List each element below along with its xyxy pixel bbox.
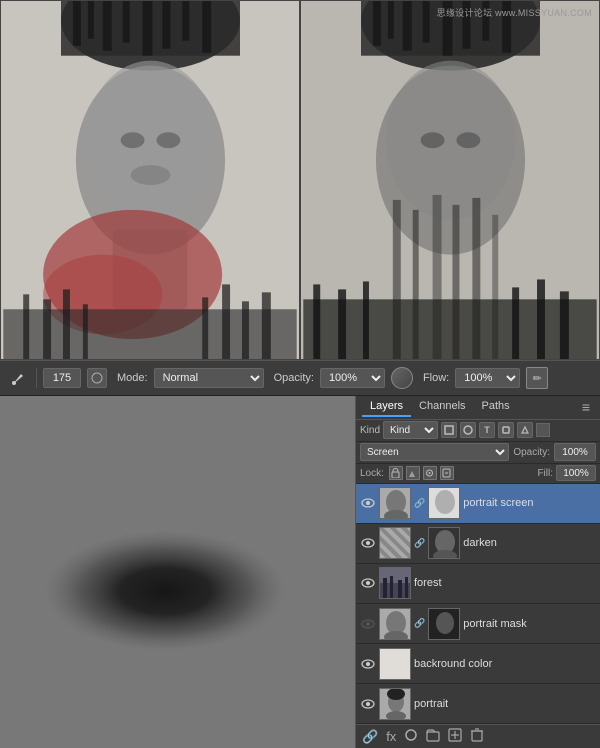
- layer-mask-thumbnail: [428, 608, 460, 640]
- layer-thumbnail: [379, 567, 411, 599]
- tab-paths[interactable]: Paths: [474, 397, 518, 417]
- fill-input[interactable]: 100%: [556, 465, 596, 481]
- tab-layers[interactable]: Layers: [362, 397, 411, 417]
- image-panel-right: [300, 0, 600, 360]
- layer-chain-icon: 🔗: [414, 538, 425, 549]
- layer-visibility-icon[interactable]: [360, 616, 376, 632]
- layer-row[interactable]: 🔗 portrait mask: [356, 604, 600, 644]
- lock-row: Lock:: [356, 464, 600, 484]
- flow-select[interactable]: 100%: [455, 368, 520, 388]
- layer-name: darken: [463, 537, 596, 549]
- layers-panel: Layers Channels Paths ≡ Kind Kind T: [355, 396, 600, 748]
- link-layers-icon[interactable]: 🔗: [362, 729, 378, 745]
- pixel-filter-icon[interactable]: [441, 422, 457, 438]
- type-filter-icon[interactable]: T: [479, 422, 495, 438]
- pen-pressure-icon[interactable]: ✏: [526, 367, 548, 389]
- brush-preview-icon[interactable]: [87, 368, 107, 388]
- brush-size-display[interactable]: 175: [43, 368, 81, 388]
- layer-row[interactable]: forest: [356, 564, 600, 604]
- kind-filter-row: Kind Kind T: [356, 420, 600, 442]
- layer-visibility-icon[interactable]: [360, 696, 376, 712]
- layer-chain-icon: 🔗: [414, 498, 425, 509]
- canvas-area[interactable]: [0, 396, 355, 748]
- layer-thumbnail: [379, 527, 411, 559]
- layer-thumbnail: [379, 648, 411, 680]
- layer-name: portrait mask: [463, 618, 596, 630]
- lock-image-icon[interactable]: [406, 466, 420, 480]
- layer-thumbnail: [379, 487, 411, 519]
- airbrush-icon[interactable]: [391, 367, 413, 389]
- opacity-label: Opacity:: [274, 372, 314, 384]
- layer-visibility-icon[interactable]: [360, 535, 376, 551]
- blend-mode-row: Screen Opacity: 100%: [356, 442, 600, 464]
- layer-name: forest: [414, 577, 596, 589]
- mode-select[interactable]: Normal: [154, 368, 264, 388]
- shape-filter-icon[interactable]: [498, 422, 514, 438]
- add-mask-icon[interactable]: [404, 728, 418, 745]
- brush-tool-icon[interactable]: [8, 367, 30, 389]
- bottom-area: Layers Channels Paths ≡ Kind Kind T: [0, 396, 600, 748]
- layer-row[interactable]: backround color: [356, 644, 600, 684]
- layer-opacity-input[interactable]: 100%: [554, 443, 596, 461]
- layers-bottom-toolbar: 🔗 fx: [356, 724, 600, 748]
- adjust-filter-icon[interactable]: [460, 422, 476, 438]
- kind-label: Kind: [360, 425, 380, 436]
- layer-row[interactable]: 🔗 portrait screen: [356, 484, 600, 524]
- watermark: 思缘设计论坛 www.MISSYUAN.COM: [437, 6, 592, 19]
- add-style-icon[interactable]: fx: [386, 729, 396, 744]
- portrait-right-svg: [301, 1, 599, 359]
- layer-name: backround color: [414, 658, 596, 670]
- layers-tabs: Layers Channels Paths ≡: [356, 396, 600, 420]
- layer-thumbnail: [379, 608, 411, 640]
- layer-opacity-label: Opacity:: [513, 447, 550, 458]
- layer-chain-icon: 🔗: [414, 618, 425, 629]
- layers-menu-icon[interactable]: ≡: [578, 399, 594, 415]
- smart-filter-icon[interactable]: [517, 422, 533, 438]
- toolbar: 175 Mode: Normal Opacity: 100% Flow: 100…: [0, 360, 600, 396]
- canvas-svg: [0, 396, 355, 748]
- layer-thumbnail: [379, 688, 411, 720]
- layer-mode-icon[interactable]: [536, 423, 550, 437]
- layer-visibility-icon[interactable]: [360, 495, 376, 511]
- layer-visibility-icon[interactable]: [360, 575, 376, 591]
- layer-name: portrait: [414, 698, 596, 710]
- lock-label: Lock:: [360, 468, 384, 479]
- lock-transparency-icon[interactable]: [389, 466, 403, 480]
- kind-select[interactable]: Kind: [383, 421, 438, 439]
- image-panel-left: [0, 0, 300, 360]
- lock-all-icon[interactable]: [440, 466, 454, 480]
- new-group-icon[interactable]: [426, 728, 440, 745]
- layer-row[interactable]: 🔗 darken: [356, 524, 600, 564]
- delete-layer-icon[interactable]: [470, 728, 484, 745]
- layer-visibility-icon[interactable]: [360, 656, 376, 672]
- layer-row[interactable]: portrait: [356, 684, 600, 724]
- portrait-left-svg: [1, 1, 299, 359]
- blend-mode-select[interactable]: Screen: [360, 443, 509, 461]
- image-comparison-area: [0, 0, 600, 360]
- layer-name: portrait screen: [463, 497, 596, 509]
- fill-label: Fill:: [537, 468, 553, 479]
- opacity-select[interactable]: 100%: [320, 368, 385, 388]
- layer-mask-thumbnail: [428, 487, 460, 519]
- layer-mask-thumbnail: [428, 527, 460, 559]
- mode-label: Mode:: [117, 372, 148, 384]
- toolbar-separator-1: [36, 368, 37, 388]
- flow-label: Flow:: [423, 372, 449, 384]
- new-layer-icon[interactable]: [448, 728, 462, 745]
- lock-position-icon[interactable]: [423, 466, 437, 480]
- tab-channels[interactable]: Channels: [411, 397, 473, 417]
